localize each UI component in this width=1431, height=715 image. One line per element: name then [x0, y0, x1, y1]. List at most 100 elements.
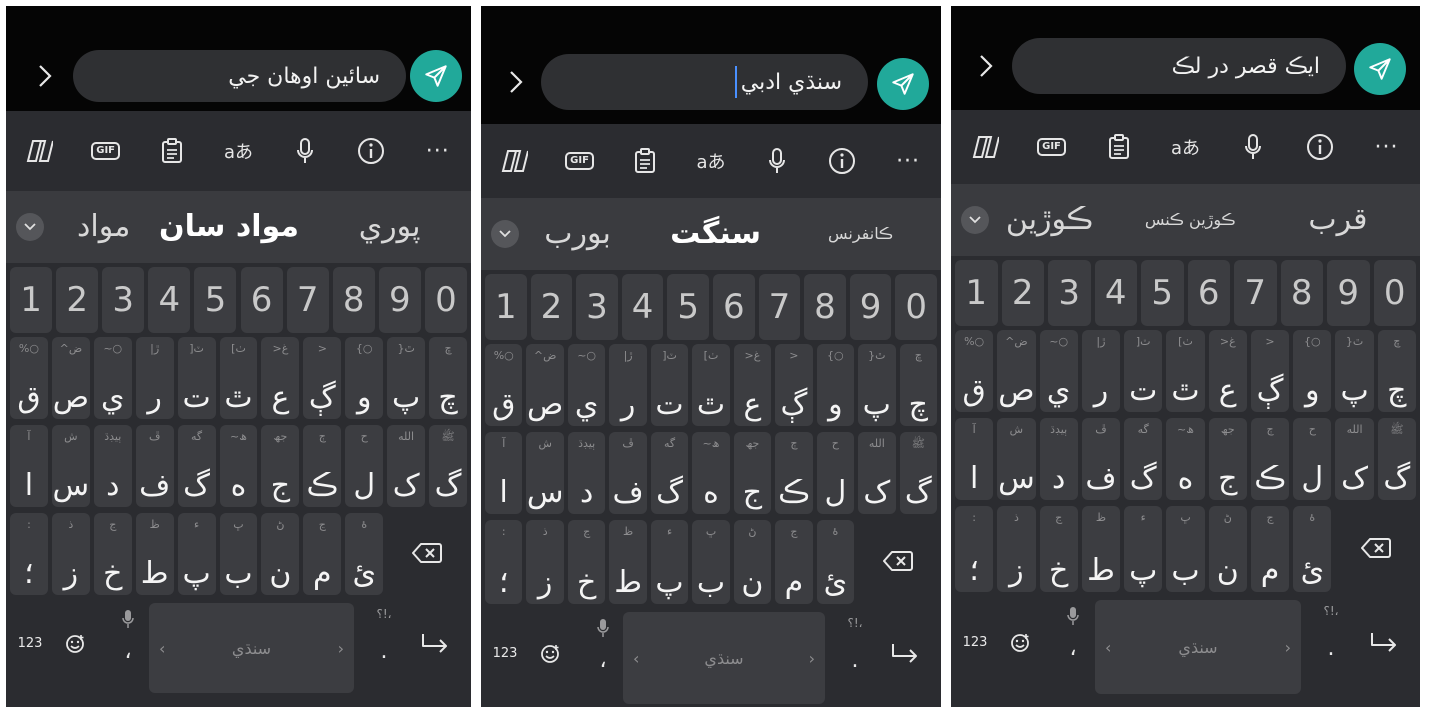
- more-icon[interactable]: ···: [418, 131, 458, 171]
- copilot-icon[interactable]: [494, 141, 534, 181]
- send-button[interactable]: [410, 50, 462, 102]
- key-row1-7[interactable]: >غ ع: [1208, 330, 1247, 412]
- key-0[interactable]: 0: [895, 274, 937, 340]
- comma-key[interactable]: ،: [106, 605, 150, 691]
- key-1[interactable]: 1: [485, 274, 527, 340]
- backspace-key[interactable]: [858, 520, 937, 604]
- key-row2-8[interactable]: ڄڪ: [775, 432, 813, 514]
- key-row3-3[interactable]: ڃخ: [1039, 506, 1078, 592]
- copilot-icon[interactable]: [19, 131, 59, 171]
- key-row3-8[interactable]: ڃم: [775, 520, 813, 604]
- key-row2-3[interactable]: ٻيڊڌ د: [1039, 418, 1078, 500]
- key-row2-9[interactable]: حل: [1293, 418, 1332, 500]
- suggestion-2[interactable]: ڪوڙين ڪنس: [1134, 184, 1247, 256]
- key-row1-6[interactable]: [ٺ ٿ: [219, 337, 258, 419]
- key-row3-2[interactable]: ذز: [526, 520, 564, 604]
- key-row2-4[interactable]: ڦف: [1081, 418, 1121, 500]
- translate-icon[interactable]: aあ: [691, 141, 731, 181]
- key-row1-6[interactable]: [ٺ ٿ: [692, 344, 730, 426]
- enter-key[interactable]: [1364, 631, 1404, 659]
- key-row2-11[interactable]: ﷺگ: [899, 432, 937, 514]
- key-row1-1[interactable]: %○ ق: [10, 337, 48, 419]
- key-row2-6[interactable]: ~ھ ه: [219, 425, 258, 507]
- key-8[interactable]: 8: [804, 274, 846, 340]
- emoji-key[interactable]: [535, 643, 565, 669]
- key-row2-7[interactable]: جھ ج: [261, 425, 300, 507]
- suggestion-3[interactable]: بورب: [527, 198, 628, 270]
- key-row1-11[interactable]: ڇچ: [899, 344, 937, 426]
- key-row1-4[interactable]: |ڙ ر: [135, 337, 174, 419]
- gif-icon[interactable]: GIF: [560, 141, 600, 181]
- key-row2-8[interactable]: ڄڪ: [1250, 418, 1290, 500]
- key-row3-4[interactable]: ظط: [1081, 506, 1121, 592]
- key-1[interactable]: 1: [955, 260, 998, 326]
- key-row2-10[interactable]: الله ک: [1335, 418, 1374, 500]
- key-4[interactable]: 4: [621, 274, 664, 340]
- key-5[interactable]: 5: [1141, 260, 1184, 326]
- key-7[interactable]: 7: [286, 267, 329, 333]
- key-row3-2[interactable]: ذز: [997, 506, 1036, 592]
- key-5[interactable]: 5: [194, 267, 237, 333]
- key-7[interactable]: 7: [758, 274, 801, 340]
- suggestion-2[interactable]: مواد سان: [159, 191, 299, 263]
- key-row1-1[interactable]: %○ ق: [955, 330, 994, 412]
- key-row1-11[interactable]: ڇچ: [1377, 330, 1416, 412]
- key-row1-8[interactable]: > ڳ: [775, 344, 813, 426]
- key-row2-11[interactable]: ﷺگ: [429, 425, 467, 507]
- expand-chevron-icon[interactable]: [979, 54, 993, 78]
- backspace-key[interactable]: [1335, 506, 1416, 592]
- key-row3-5[interactable]: ءپ: [177, 513, 216, 595]
- key-row2-5[interactable]: گه گ: [1124, 418, 1163, 500]
- key-row2-7[interactable]: جھ ج: [733, 432, 772, 514]
- key-8[interactable]: 8: [332, 267, 375, 333]
- suggestions-dropdown-icon[interactable]: [491, 220, 519, 248]
- key-row2-4[interactable]: ڦف: [135, 425, 174, 507]
- key-row1-8[interactable]: > ڳ: [1250, 330, 1290, 412]
- key-6[interactable]: 6: [713, 274, 755, 340]
- key-4[interactable]: 4: [1094, 260, 1137, 326]
- message-input[interactable]: سنڌي ادبي: [541, 54, 868, 110]
- key-8[interactable]: 8: [1280, 260, 1323, 326]
- key-row1-4[interactable]: |ڙ ر: [1081, 330, 1121, 412]
- key-row2-2[interactable]: شس: [526, 432, 564, 514]
- microphone-icon[interactable]: [1233, 127, 1273, 167]
- key-row2-9[interactable]: حل: [345, 425, 384, 507]
- emoji-key[interactable]: [1005, 632, 1035, 658]
- key-row1-3[interactable]: ~○ ي: [567, 344, 606, 426]
- key-row3-9[interactable]: ۀئ: [816, 520, 855, 604]
- key-row3-7[interactable]: ڻن: [261, 513, 300, 595]
- key-row2-7[interactable]: جھ ج: [1208, 418, 1247, 500]
- message-input[interactable]: سائين اوهان جي: [73, 50, 406, 102]
- backspace-key[interactable]: [387, 513, 467, 595]
- key-9[interactable]: 9: [378, 267, 421, 333]
- key-3[interactable]: 3: [1048, 260, 1091, 326]
- key-row1-2[interactable]: ^ض ص: [997, 330, 1036, 412]
- key-row1-7[interactable]: >غ ع: [261, 337, 300, 419]
- numbers-key[interactable]: 123: [487, 646, 523, 661]
- key-row1-5[interactable]: ]ٽ ت: [1124, 330, 1163, 412]
- key-row3-9[interactable]: ۀئ: [1293, 506, 1332, 592]
- key-row2-1[interactable]: آا: [485, 432, 523, 514]
- info-icon[interactable]: [1300, 127, 1340, 167]
- key-row2-6[interactable]: ~ھ ه: [1166, 418, 1205, 500]
- key-row3-6[interactable]: ڀب: [219, 513, 258, 595]
- key-row1-7[interactable]: >غ ع: [733, 344, 772, 426]
- suggestion-1[interactable]: قرب: [1289, 184, 1387, 256]
- key-2[interactable]: 2: [530, 274, 573, 340]
- key-row1-2[interactable]: ^ض ص: [51, 337, 90, 419]
- key-5[interactable]: 5: [667, 274, 709, 340]
- key-row1-5[interactable]: ]ٽ ت: [177, 337, 216, 419]
- key-row2-3[interactable]: ٻيڊڌ د: [93, 425, 132, 507]
- key-9[interactable]: 9: [1327, 260, 1370, 326]
- clipboard-icon[interactable]: [625, 141, 665, 181]
- key-row3-1[interactable]: : ؛: [485, 520, 523, 604]
- key-row1-6[interactable]: [ٺ ٿ: [1166, 330, 1205, 412]
- translate-icon[interactable]: aあ: [1166, 127, 1206, 167]
- suggestion-1[interactable]: ڪانفرنس: [812, 198, 909, 270]
- key-row2-6[interactable]: ~ھ ه: [692, 432, 730, 514]
- key-row3-2[interactable]: ذز: [51, 513, 90, 595]
- key-row2-10[interactable]: الله ک: [858, 432, 896, 514]
- key-row1-11[interactable]: ڇچ: [429, 337, 467, 419]
- key-row3-6[interactable]: ڀب: [692, 520, 730, 604]
- key-row3-8[interactable]: ڃم: [303, 513, 342, 595]
